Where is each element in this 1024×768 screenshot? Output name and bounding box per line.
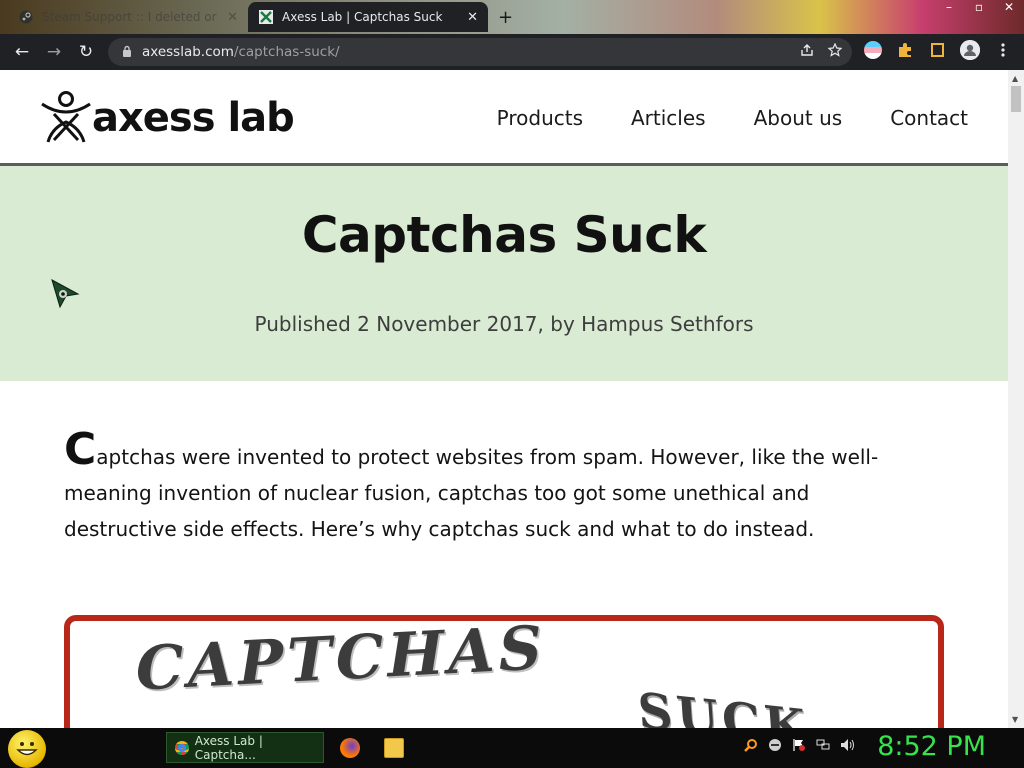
search-icon[interactable] bbox=[744, 738, 758, 756]
volume-icon[interactable] bbox=[840, 738, 856, 756]
captcha-word-suck: SUCK bbox=[636, 682, 812, 728]
taskbar-chrome-window[interactable]: Axess Lab | Captcha... bbox=[166, 732, 324, 763]
system-tray bbox=[744, 738, 856, 756]
captcha-word-captchas: CAPTCHAS bbox=[130, 615, 552, 705]
trans-flag-extension-icon[interactable] bbox=[864, 41, 882, 59]
axess-lab-favicon-icon bbox=[258, 9, 274, 25]
tab-title: Axess Lab | Captchas Suck bbox=[282, 10, 443, 24]
axess-lab-logo-icon bbox=[41, 91, 91, 143]
taskbar: Axess Lab | Captcha... 8:52 PM bbox=[0, 728, 1024, 768]
network-icon[interactable] bbox=[816, 738, 830, 756]
minimize-button[interactable]: – bbox=[934, 0, 964, 18]
scroll-up-arrow-icon[interactable]: ▲ bbox=[1012, 74, 1018, 83]
article-byline: Published 2 November 2017, by Hampus Set… bbox=[254, 312, 754, 336]
article-intro: Captchas were invented to protect websit… bbox=[64, 428, 924, 547]
taskbar-clock[interactable]: 8:52 PM bbox=[877, 731, 986, 762]
article-title: Captchas Suck bbox=[301, 206, 707, 264]
task-title: Axess Lab | Captcha... bbox=[194, 733, 263, 762]
scrollbar-thumb[interactable] bbox=[1011, 86, 1021, 112]
maximize-button[interactable]: ▫ bbox=[964, 0, 994, 18]
scroll-down-arrow-icon[interactable]: ▼ bbox=[1012, 715, 1018, 724]
tray-status-icon[interactable] bbox=[768, 738, 782, 756]
nav-articles[interactable]: Articles bbox=[631, 106, 706, 130]
star-icon[interactable] bbox=[827, 42, 843, 61]
tab-close-icon[interactable]: ✕ bbox=[467, 10, 478, 25]
page-scrollbar[interactable]: ▲ ▼ bbox=[1008, 70, 1024, 728]
kebab-menu-icon[interactable] bbox=[994, 41, 1012, 59]
tab-steam-support[interactable]: Steam Support :: I deleted or los ✕ bbox=[8, 2, 248, 32]
logo-text: axess lab bbox=[92, 95, 295, 141]
extension-icons bbox=[864, 40, 1012, 60]
lock-icon[interactable] bbox=[122, 45, 132, 60]
side-panel-icon[interactable] bbox=[928, 41, 946, 59]
page-viewport: axess lab Products Articles About us Con… bbox=[0, 70, 1008, 728]
folder-icon[interactable] bbox=[384, 738, 404, 758]
steam-icon bbox=[18, 9, 34, 25]
url-host: axesslab.com bbox=[142, 44, 234, 60]
intro-text: aptchas were invented to protect website… bbox=[64, 445, 879, 541]
smiley-icon bbox=[8, 739, 46, 766]
nav-about-us[interactable]: About us bbox=[754, 106, 843, 130]
profile-icon[interactable] bbox=[960, 40, 980, 60]
drop-cap: C bbox=[64, 424, 97, 475]
url-path: /captchas-suck/ bbox=[233, 44, 340, 60]
main-navigation: Products Articles About us Contact bbox=[497, 106, 968, 130]
puzzle-extensions-icon[interactable] bbox=[896, 41, 914, 59]
nav-products[interactable]: Products bbox=[497, 106, 583, 130]
reload-button[interactable]: ↻ bbox=[70, 42, 102, 62]
article-hero: Captchas Suck Published 2 November 2017,… bbox=[0, 166, 1008, 381]
mouse-cursor-icon bbox=[50, 278, 80, 312]
share-icon[interactable] bbox=[800, 43, 814, 61]
tab-close-icon[interactable]: ✕ bbox=[227, 10, 238, 25]
browser-tab-strip: Steam Support :: I deleted or los ✕ Axes… bbox=[0, 0, 1024, 34]
back-button[interactable]: ← bbox=[6, 42, 38, 62]
address-bar[interactable]: axesslab.com /captchas-suck/ bbox=[108, 38, 852, 66]
nav-contact[interactable]: Contact bbox=[890, 106, 968, 130]
window-controls: – ▫ ✕ bbox=[934, 0, 1024, 18]
tab-title: Steam Support :: I deleted or los bbox=[42, 10, 222, 24]
start-button[interactable] bbox=[8, 730, 46, 768]
axess-lab-logo[interactable]: axess lab bbox=[40, 90, 295, 146]
action-center-flag-icon[interactable] bbox=[792, 738, 806, 756]
chrome-icon bbox=[175, 740, 189, 755]
forward-button[interactable]: → bbox=[38, 42, 70, 62]
close-window-button[interactable]: ✕ bbox=[994, 0, 1024, 18]
tab-axess-lab[interactable]: Axess Lab | Captchas Suck ✕ bbox=[248, 2, 488, 32]
captcha-illustration: CAPTCHAS SUCK bbox=[64, 615, 944, 728]
new-tab-button[interactable]: + bbox=[498, 7, 513, 28]
firefox-icon[interactable] bbox=[340, 738, 360, 758]
site-header: axess lab Products Articles About us Con… bbox=[0, 70, 1008, 166]
